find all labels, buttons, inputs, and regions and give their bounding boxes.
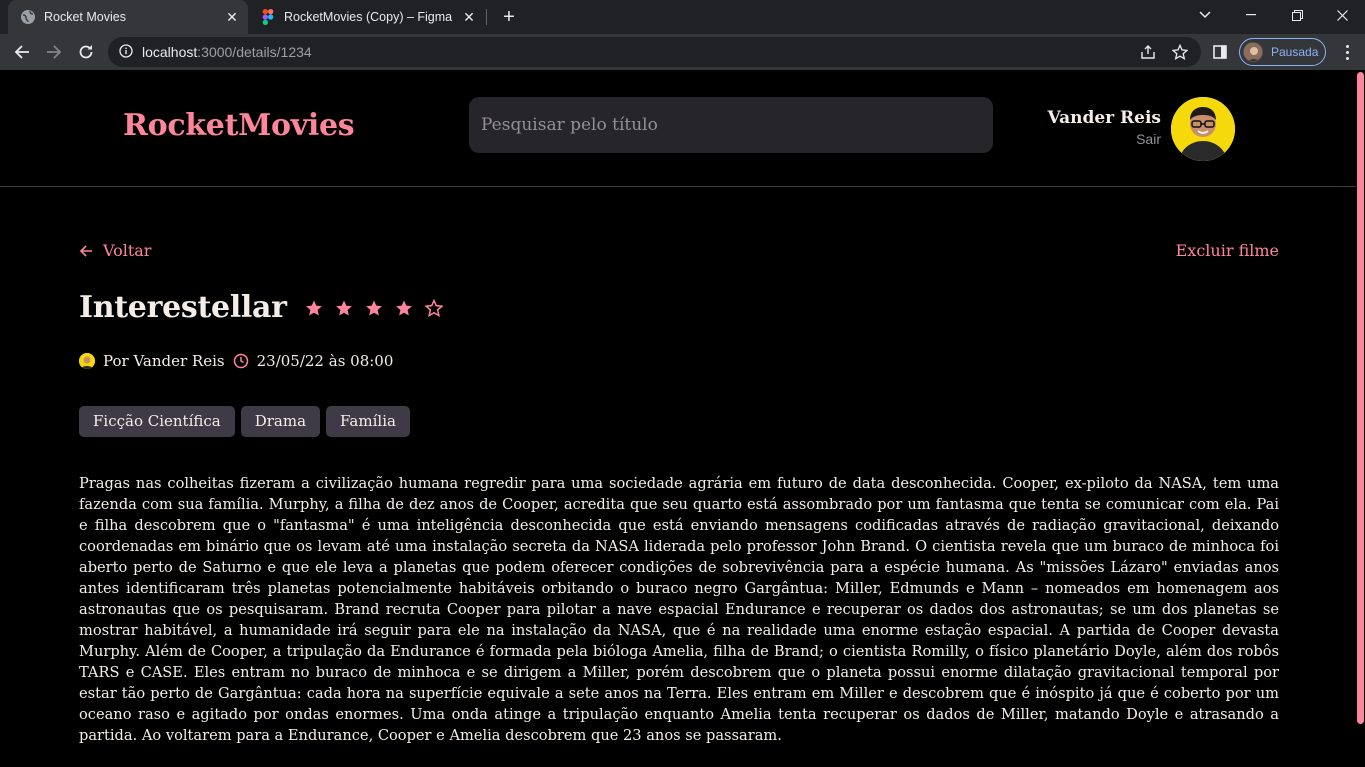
tag: Família (326, 406, 410, 437)
globe-icon (20, 9, 36, 25)
back-link[interactable]: Voltar (79, 241, 151, 260)
close-tab-icon[interactable]: ✕ (222, 7, 242, 27)
star-filled-icon (365, 299, 383, 317)
tag: Drama (240, 406, 321, 437)
browser-menu-icon[interactable] (1334, 38, 1360, 66)
profile-button[interactable]: Pausada (1239, 38, 1326, 66)
browser-tab-strip: Rocket Movies ✕ RocketMovies (Copy) – Fi… (0, 0, 1365, 34)
tab-search-icon[interactable] (1182, 0, 1228, 30)
tag: Ficção Científica (79, 406, 235, 437)
user-name[interactable]: Vander Reis (1047, 108, 1161, 128)
star-filled-icon (335, 299, 353, 317)
tab-title: Rocket Movies (44, 10, 126, 24)
site-info-icon[interactable] (119, 43, 133, 62)
tab-title: RocketMovies (Copy) – Figma (284, 10, 453, 24)
movie-synopsis: Pragas nas colheitas fizeram a civilizaç… (79, 475, 1279, 744)
address-bar[interactable]: localhost:3000/details/1234 (108, 37, 1201, 67)
figma-icon (260, 9, 276, 25)
scrollbar-thumb[interactable] (1357, 72, 1364, 724)
tag-list: Ficção Científica Drama Família (79, 406, 410, 437)
star-filled-icon (305, 299, 323, 317)
share-icon[interactable] (1140, 44, 1156, 60)
back-label: Voltar (103, 241, 152, 260)
user-avatar[interactable] (1171, 97, 1235, 161)
side-panel-icon[interactable] (1206, 38, 1234, 66)
forward-arrow-icon[interactable] (40, 38, 68, 66)
app-logo[interactable]: RocketMovies (123, 108, 355, 143)
title-row: Interestellar (79, 290, 443, 325)
reload-icon[interactable] (72, 38, 100, 66)
rating-stars (305, 298, 443, 317)
url-text: localhost:3000/details/1234 (142, 44, 312, 60)
delete-movie-button[interactable]: Excluir filme (1176, 241, 1279, 260)
clock-icon (233, 353, 249, 369)
tab-figma[interactable]: RocketMovies (Copy) – Figma ✕ (250, 0, 485, 34)
search-input[interactable] (469, 97, 993, 153)
close-window-icon[interactable] (1319, 0, 1365, 30)
user-info: Vander Reis Sair (1047, 108, 1161, 147)
author-text: Por Vander Reis (103, 352, 225, 370)
created-datetime: 23/05/22 às 08:00 (256, 352, 394, 370)
minimize-icon[interactable] (1228, 0, 1274, 30)
logout-link[interactable]: Sair (1047, 131, 1161, 147)
page-viewport: RocketMovies Vander Reis Sair Voltar (0, 70, 1365, 767)
close-tab-icon[interactable]: ✕ (459, 7, 479, 27)
page-scrollbar[interactable] (1356, 70, 1365, 767)
browser-toolbar: localhost:3000/details/1234 Pausada (0, 34, 1365, 70)
star-filled-icon (395, 299, 413, 317)
profile-avatar (1243, 42, 1263, 62)
app-header: RocketMovies Vander Reis Sair (0, 70, 1356, 187)
movie-title: Interestellar (79, 290, 287, 325)
arrow-left-icon (79, 244, 93, 258)
new-tab-button[interactable]: + (498, 6, 520, 28)
tab-separator (486, 9, 487, 25)
tab-rocket-movies[interactable]: Rocket Movies ✕ (8, 0, 248, 34)
star-empty-icon (424, 298, 443, 317)
profile-status: Pausada (1271, 45, 1319, 59)
back-arrow-icon[interactable] (8, 38, 36, 66)
bookmark-star-icon[interactable] (1172, 44, 1188, 60)
restore-icon[interactable] (1274, 0, 1320, 30)
author-avatar (79, 353, 95, 369)
movie-meta: Por Vander Reis 23/05/22 às 08:00 (79, 352, 393, 370)
